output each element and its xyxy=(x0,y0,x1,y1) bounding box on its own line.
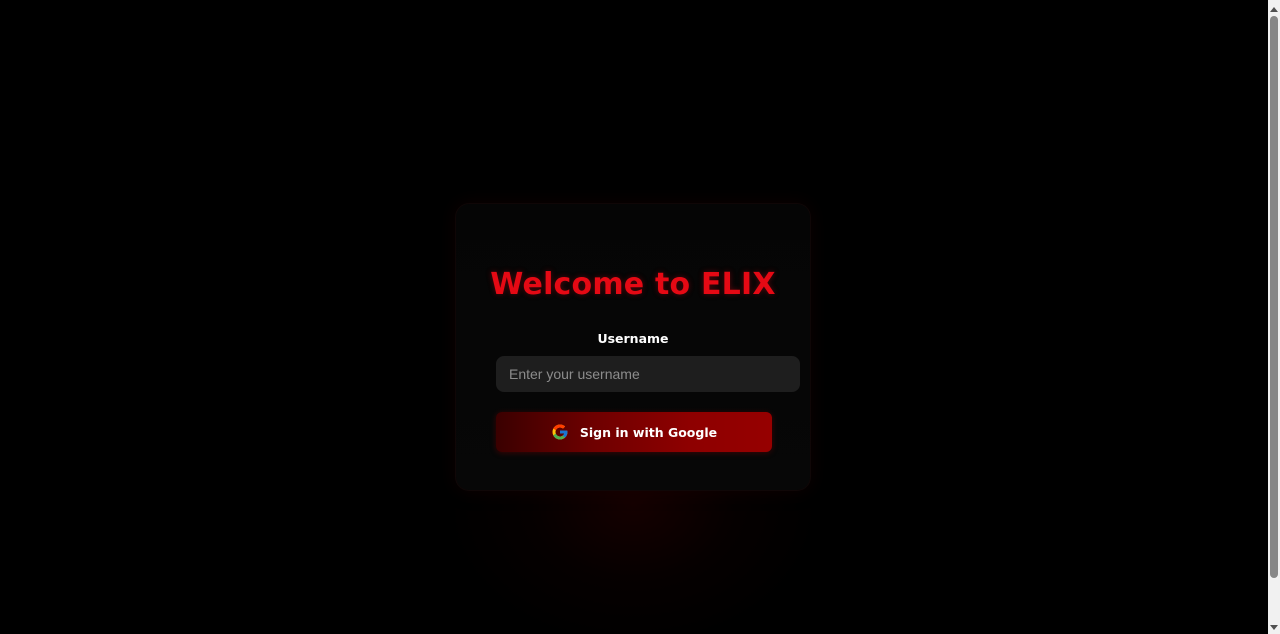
vertical-scrollbar[interactable] xyxy=(1268,0,1280,634)
scroll-up-arrow-icon[interactable] xyxy=(1268,2,1280,16)
login-card: Welcome to ELIX Username Sign in with Go… xyxy=(455,203,811,491)
username-label: Username xyxy=(597,331,669,346)
google-sign-in-label: Sign in with Google xyxy=(579,424,718,440)
page-title: Welcome to ELIX xyxy=(490,267,776,302)
google-g-icon xyxy=(551,423,569,441)
scrollbar-thumb[interactable] xyxy=(1270,16,1278,578)
page-viewport: Welcome to ELIX Username Sign in with Go… xyxy=(0,0,1268,634)
google-sign-in-button[interactable]: Sign in with Google xyxy=(496,412,772,452)
scroll-down-arrow-icon[interactable] xyxy=(1268,620,1280,634)
card-glow xyxy=(455,470,811,634)
username-input[interactable] xyxy=(496,356,800,392)
